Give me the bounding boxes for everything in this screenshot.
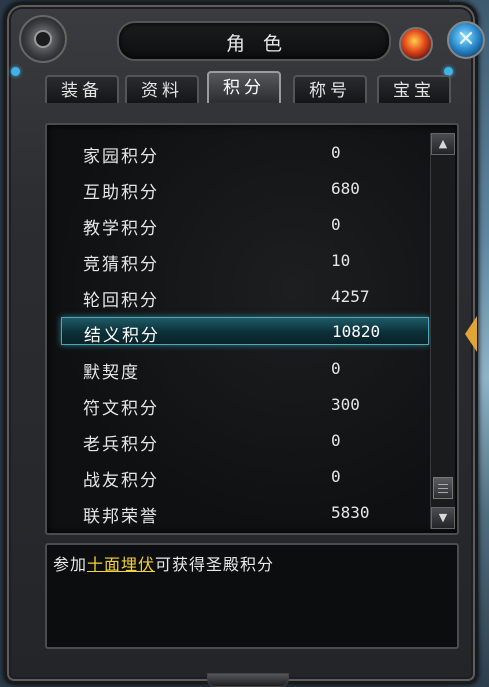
scroll-thumb[interactable] xyxy=(433,477,453,499)
tab-profile[interactable]: 资料 xyxy=(125,75,199,103)
points-value: 5830 xyxy=(331,503,370,522)
list-item[interactable]: 互助积分 680 xyxy=(61,175,429,203)
list-item[interactable]: 家园积分 0 xyxy=(61,139,429,167)
points-value: 0 xyxy=(331,467,341,486)
list-item[interactable]: 联邦荣誉 5830 xyxy=(61,499,429,527)
character-window: 角色 ✕ 装备 资料 积分 称号 宝宝 家园积分 0 互助积分 680 教学积分… xyxy=(4,2,485,687)
list-item[interactable]: 符文积分 300 xyxy=(61,391,429,419)
list-item-selected[interactable]: 结义积分 10820 xyxy=(61,317,429,346)
points-label: 家园积分 xyxy=(83,147,159,167)
points-value: 0 xyxy=(331,359,341,378)
window-title: 角色 xyxy=(225,33,300,55)
points-value: 680 xyxy=(331,179,360,198)
title-bar[interactable]: 角色 xyxy=(117,21,391,61)
description-text: 参加十面埋伏可获得圣殿积分 xyxy=(53,551,274,575)
points-label: 战友积分 xyxy=(83,471,159,491)
points-label: 默契度 xyxy=(83,363,140,383)
tab-points[interactable]: 积分 xyxy=(207,71,281,103)
expand-arrow-icon[interactable] xyxy=(465,316,477,352)
event-link[interactable]: 十面埋伏 xyxy=(87,555,155,574)
points-label: 联邦荣誉 xyxy=(83,507,159,527)
description-prefix: 参加 xyxy=(53,555,88,574)
list-item[interactable]: 轮回积分 4257 xyxy=(61,283,429,311)
points-label: 符文积分 xyxy=(83,399,159,419)
points-value: 10 xyxy=(331,251,351,270)
points-value: 300 xyxy=(331,395,360,414)
points-value: 0 xyxy=(331,215,341,234)
description-panel: 参加十面埋伏可获得圣殿积分 xyxy=(45,543,459,649)
list-item[interactable]: 默契度 0 xyxy=(61,355,429,383)
points-label: 互助积分 xyxy=(83,183,159,203)
fire-orb-button[interactable] xyxy=(399,27,433,61)
points-value: 0 xyxy=(331,431,341,450)
points-label: 竞猜积分 xyxy=(83,255,159,275)
points-list: 家园积分 0 互助积分 680 教学积分 0 竞猜积分 10 轮回积分 4257… xyxy=(45,123,459,535)
close-button[interactable]: ✕ xyxy=(447,21,485,59)
bottom-ornament xyxy=(207,673,289,687)
tab-pet[interactable]: 宝宝 xyxy=(377,75,451,103)
list-item[interactable]: 教学积分 0 xyxy=(61,211,429,239)
points-label: 轮回积分 xyxy=(83,291,159,311)
description-suffix: 可获得圣殿积分 xyxy=(155,555,275,574)
scroll-up-button[interactable]: ▲ xyxy=(431,133,455,155)
list-item[interactable]: 战友积分 0 xyxy=(61,463,429,491)
list-item[interactable]: 老兵积分 0 xyxy=(61,427,429,455)
list-item[interactable]: 竞猜积分 10 xyxy=(61,247,429,275)
points-value: 4257 xyxy=(331,287,370,306)
points-value: 0 xyxy=(331,143,341,162)
close-icon: ✕ xyxy=(456,27,476,52)
blue-gem-icon xyxy=(11,67,20,76)
compass-ornament-icon xyxy=(19,15,67,63)
points-label: 结义积分 xyxy=(84,326,160,346)
points-value: 10820 xyxy=(332,322,381,341)
tab-equipment[interactable]: 装备 xyxy=(45,75,119,103)
scrollbar[interactable]: ▲ ▼ xyxy=(430,133,455,529)
scroll-down-button[interactable]: ▼ xyxy=(431,507,455,529)
points-label: 老兵积分 xyxy=(83,435,159,455)
points-label: 教学积分 xyxy=(83,219,159,239)
tab-titles[interactable]: 称号 xyxy=(293,75,367,103)
